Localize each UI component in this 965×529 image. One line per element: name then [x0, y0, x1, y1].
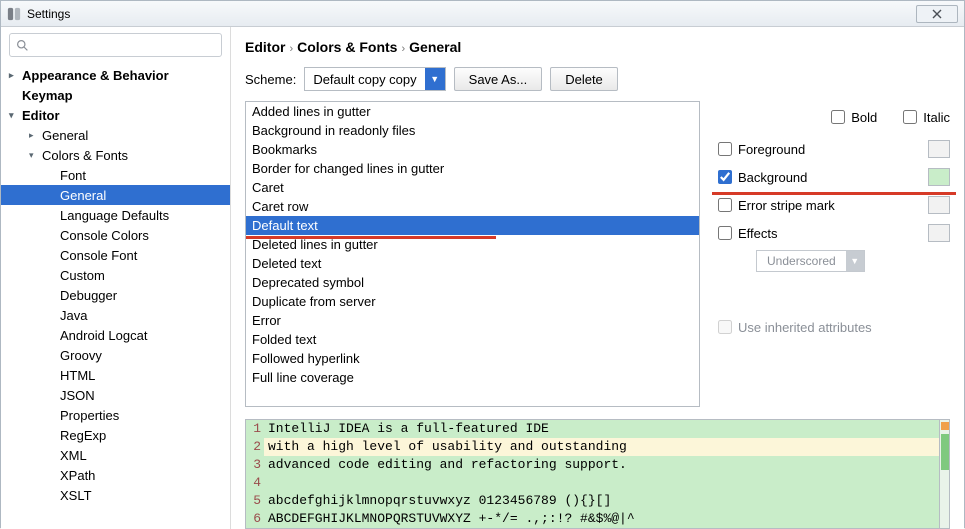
list-item[interactable]: Added lines in gutter [246, 102, 699, 121]
tree-item[interactable]: ▸Appearance & Behavior [1, 65, 230, 85]
scheme-combo[interactable]: Default copy copy ▼ [304, 67, 445, 91]
error-stripe-color-swatch[interactable] [928, 196, 950, 214]
italic-label: Italic [923, 110, 950, 125]
list-item[interactable]: Border for changed lines in gutter [246, 159, 699, 178]
inherited-label: Use inherited attributes [738, 320, 872, 335]
error-stripe-label: Error stripe mark [738, 198, 835, 213]
tree-item[interactable]: Debugger [1, 285, 230, 305]
list-item[interactable]: Full line coverage [246, 368, 699, 387]
foreground-label: Foreground [738, 142, 805, 157]
tree-item[interactable]: Groovy [1, 345, 230, 365]
color-item-list[interactable]: Added lines in gutterBackground in reado… [245, 101, 700, 407]
list-item[interactable]: Caret [246, 178, 699, 197]
list-item[interactable]: Duplicate from server [246, 292, 699, 311]
inherited-checkbox[interactable] [718, 320, 732, 334]
list-item[interactable]: Caret row [246, 197, 699, 216]
settings-search-input[interactable] [9, 33, 222, 57]
settings-tree[interactable]: ▸Appearance & BehaviorKeymap▾Editor▸Gene… [1, 63, 230, 529]
bold-checkbox[interactable] [831, 110, 845, 124]
list-item[interactable]: Bookmarks [246, 140, 699, 159]
list-item[interactable]: Deleted text [246, 254, 699, 273]
background-label: Background [738, 170, 807, 185]
foreground-checkbox[interactable] [718, 142, 732, 156]
italic-checkbox[interactable] [903, 110, 917, 124]
tree-item[interactable]: Custom [1, 265, 230, 285]
effects-checkbox[interactable] [718, 226, 732, 240]
chevron-down-icon: ▼ [846, 251, 864, 271]
background-color-swatch[interactable] [928, 168, 950, 186]
tree-item[interactable]: XSLT [1, 485, 230, 505]
tree-item[interactable]: ▾Colors & Fonts [1, 145, 230, 165]
error-stripe-checkbox[interactable] [718, 198, 732, 212]
app-logo-icon [7, 7, 21, 21]
list-item[interactable]: Deprecated symbol [246, 273, 699, 292]
tree-item[interactable]: General [1, 185, 230, 205]
tree-item[interactable]: JSON [1, 385, 230, 405]
list-item[interactable]: Error [246, 311, 699, 330]
tree-item[interactable]: ▸General [1, 125, 230, 145]
tree-item[interactable]: Java [1, 305, 230, 325]
list-item[interactable]: Default text [246, 216, 699, 235]
bold-label: Bold [851, 110, 877, 125]
breadcrumb: Editor›Colors & Fonts›General [231, 27, 964, 63]
tree-item[interactable]: Keymap [1, 85, 230, 105]
effects-type-combo[interactable]: Underscored ▼ [756, 250, 865, 272]
scheme-label: Scheme: [245, 72, 296, 87]
tree-item[interactable]: RegExp [1, 425, 230, 445]
save-as-button[interactable]: Save As... [454, 67, 543, 91]
effects-label: Effects [738, 226, 778, 241]
tree-item[interactable]: Console Font [1, 245, 230, 265]
foreground-color-swatch[interactable] [928, 140, 950, 158]
list-item[interactable]: Background in readonly files [246, 121, 699, 140]
effects-color-swatch[interactable] [928, 224, 950, 242]
tree-item[interactable]: XML [1, 445, 230, 465]
list-item[interactable]: Folded text [246, 330, 699, 349]
tree-item[interactable]: Font [1, 165, 230, 185]
tree-item[interactable]: Properties [1, 405, 230, 425]
chevron-down-icon: ▼ [425, 68, 445, 90]
list-item[interactable]: Followed hyperlink [246, 349, 699, 368]
tree-item[interactable]: ▾Editor [1, 105, 230, 125]
delete-button[interactable]: Delete [550, 67, 618, 91]
window-title: Settings [27, 7, 916, 21]
tree-item[interactable]: XPath [1, 465, 230, 485]
tree-item[interactable]: Android Logcat [1, 325, 230, 345]
window-close-button[interactable] [916, 5, 958, 23]
tree-item[interactable]: Language Defaults [1, 205, 230, 225]
background-checkbox[interactable] [718, 170, 732, 184]
preview-editor[interactable]: 123456 IntelliJ IDEA is a full-featured … [245, 419, 950, 529]
tree-item[interactable]: HTML [1, 365, 230, 385]
tree-item[interactable]: Console Colors [1, 225, 230, 245]
